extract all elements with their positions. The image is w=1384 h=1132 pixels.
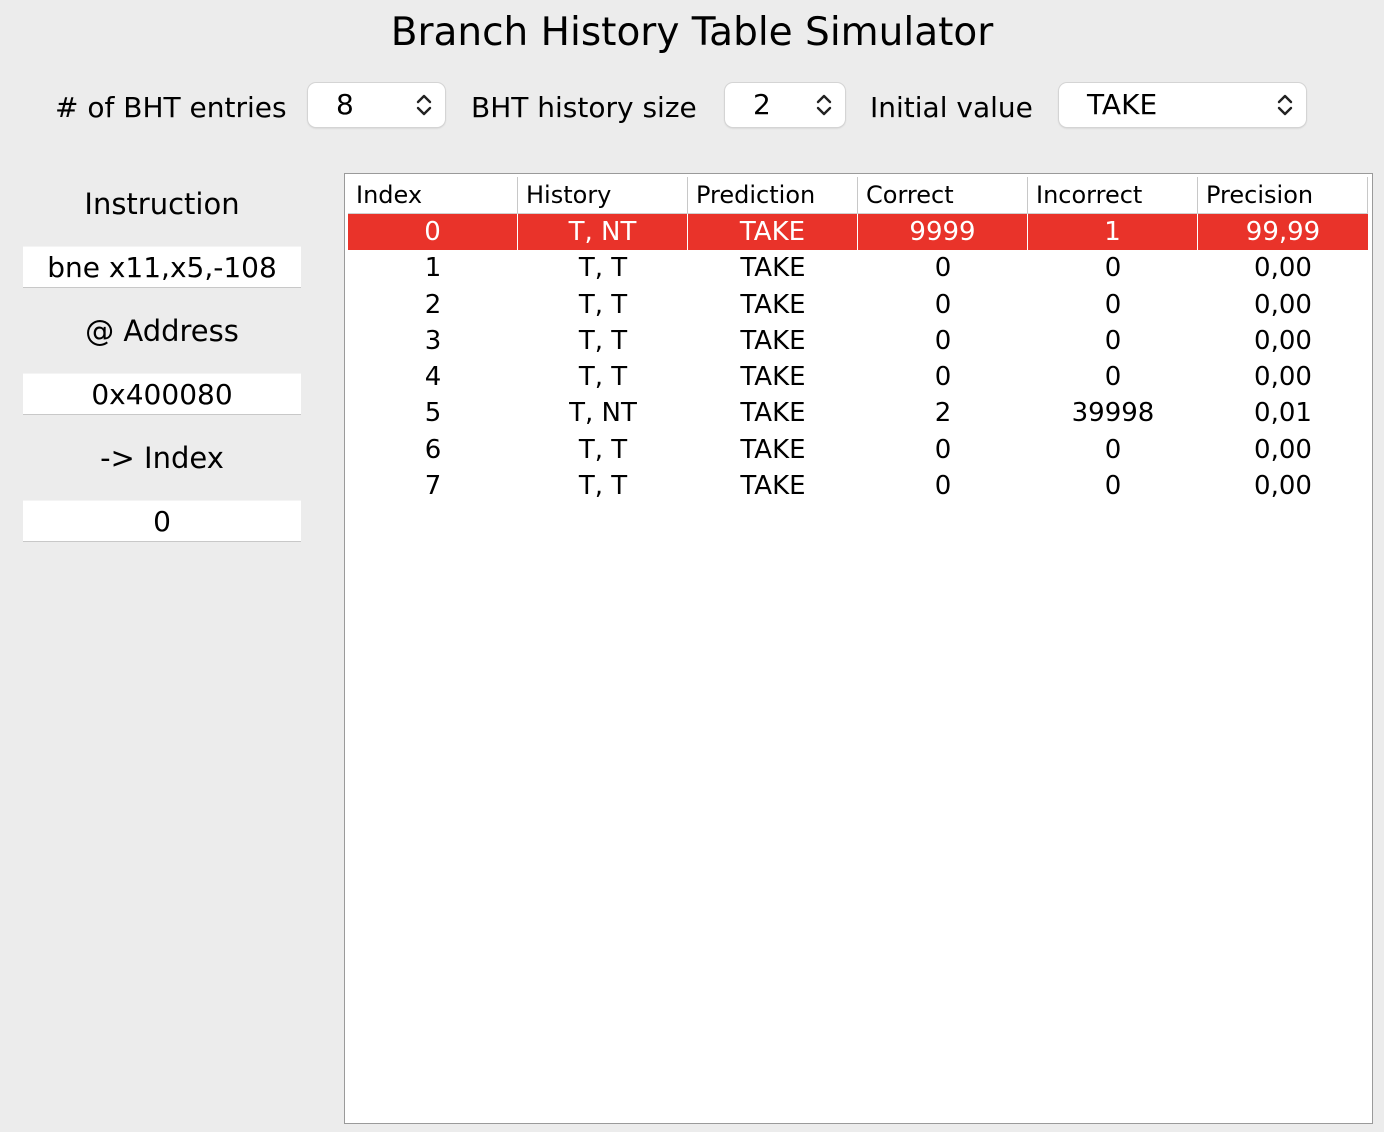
cell-index: 5: [424, 398, 442, 429]
cell-correct: 0: [934, 289, 952, 320]
table-row[interactable]: 4 T, T TAKE 0 0 0,00: [348, 359, 1368, 395]
index-label: -> Index: [100, 441, 224, 475]
address-label: @ Address: [85, 314, 239, 348]
table-body: 0 T, NT TAKE 9999 1 99,99 1 T, T TAKE 0 …: [348, 214, 1368, 504]
column-header-prediction[interactable]: Prediction: [688, 177, 858, 213]
cell-prediction: TAKE: [688, 214, 858, 251]
cell-correct: 0: [934, 434, 952, 465]
table-row[interactable]: 1 T, T TAKE 0 0 0,00: [348, 250, 1368, 286]
bht-history-size-label: BHT history size: [471, 91, 697, 124]
cell-incorrect: 1: [1028, 214, 1198, 251]
up-down-arrows-icon[interactable]: [815, 92, 833, 118]
up-down-arrows-icon[interactable]: [415, 92, 433, 118]
cell-precision: 0,00: [1254, 325, 1312, 356]
instruction-label: Instruction: [84, 187, 240, 221]
cell-history: T, NT: [569, 398, 637, 429]
table-row[interactable]: 0 T, NT TAKE 9999 1 99,99: [348, 214, 1368, 251]
cell-history: T, T: [578, 325, 628, 356]
initial-value-selected: TAKE: [1087, 88, 1158, 121]
cell-precision: 99,99: [1245, 217, 1321, 247]
cell-correct: 0: [934, 362, 952, 393]
cell-precision: 0,00: [1254, 289, 1312, 320]
cell-precision: 0,01: [1254, 398, 1312, 429]
cell-history: T, T: [578, 471, 628, 502]
window-title: Branch History Table Simulator: [390, 10, 994, 55]
column-header-precision[interactable]: Precision: [1198, 177, 1368, 213]
bht-entries-value: 8: [336, 88, 354, 121]
cell-prediction: TAKE: [740, 434, 806, 465]
initial-value-label: Initial value: [870, 91, 1033, 124]
cell-prediction: TAKE: [740, 362, 806, 393]
address-field: 0x400080: [23, 373, 301, 415]
cell-incorrect: 0: [1104, 362, 1122, 393]
cell-history: T, T: [578, 362, 628, 393]
cell-history: T, T: [578, 434, 628, 465]
cell-index: 2: [424, 289, 442, 320]
column-header-incorrect[interactable]: Incorrect: [1028, 177, 1198, 213]
bht-entries-spinner[interactable]: 8: [308, 83, 445, 127]
cell-incorrect: 0: [1104, 325, 1122, 356]
cell-prediction: TAKE: [740, 398, 806, 429]
table-row[interactable]: 6 T, T TAKE 0 0 0,00: [348, 432, 1368, 468]
cell-index: 0: [348, 214, 518, 251]
cell-precision: 0,00: [1254, 253, 1312, 284]
cell-index: 1: [424, 253, 442, 284]
cell-history: T, NT: [518, 214, 688, 251]
table-row[interactable]: 2 T, T TAKE 0 0 0,00: [348, 287, 1368, 323]
column-header-index[interactable]: Index: [348, 177, 518, 213]
cell-index: 4: [424, 362, 442, 393]
bht-entries-label: # of BHT entries: [55, 91, 287, 124]
cell-prediction: TAKE: [740, 325, 806, 356]
initial-value-select[interactable]: TAKE: [1059, 83, 1306, 127]
cell-precision: 0,00: [1254, 362, 1312, 393]
bht-history-size-spinner[interactable]: 2: [725, 83, 845, 127]
cell-prediction: TAKE: [740, 471, 806, 502]
cell-history: T, T: [578, 289, 628, 320]
table-header: Index History Prediction Correct Incorre…: [348, 177, 1368, 214]
cell-index: 3: [424, 325, 442, 356]
cell-incorrect: 0: [1104, 471, 1122, 502]
cell-correct: 0: [934, 325, 952, 356]
cell-correct: 2: [934, 398, 952, 429]
cell-prediction: TAKE: [740, 289, 806, 320]
column-header-correct[interactable]: Correct: [858, 177, 1028, 213]
bht-table[interactable]: Index History Prediction Correct Incorre…: [344, 173, 1373, 1124]
cell-incorrect: 0: [1104, 289, 1122, 320]
cell-incorrect: 0: [1104, 434, 1122, 465]
cell-index: 6: [424, 434, 442, 465]
table-row[interactable]: 3 T, T TAKE 0 0 0,00: [348, 323, 1368, 359]
up-down-arrows-icon[interactable]: [1276, 92, 1294, 118]
instruction-field: bne x11,x5,-108: [23, 246, 301, 288]
cell-precision: 0,00: [1254, 434, 1312, 465]
cell-incorrect: 0: [1104, 253, 1122, 284]
table-row[interactable]: 7 T, T TAKE 0 0 0,00: [348, 468, 1368, 504]
cell-correct: 9999: [858, 214, 1028, 251]
cell-incorrect: 39998: [1071, 398, 1155, 429]
column-header-history[interactable]: History: [518, 177, 688, 213]
cell-correct: 0: [934, 471, 952, 502]
cell-history: T, T: [578, 253, 628, 284]
cell-precision: 0,00: [1254, 471, 1312, 502]
cell-index: 7: [424, 471, 442, 502]
table-row[interactable]: 5 T, NT TAKE 2 39998 0,01: [348, 395, 1368, 431]
cell-prediction: TAKE: [740, 253, 806, 284]
cell-correct: 0: [934, 253, 952, 284]
index-field: 0: [23, 500, 301, 542]
bht-history-size-value: 2: [753, 88, 771, 121]
